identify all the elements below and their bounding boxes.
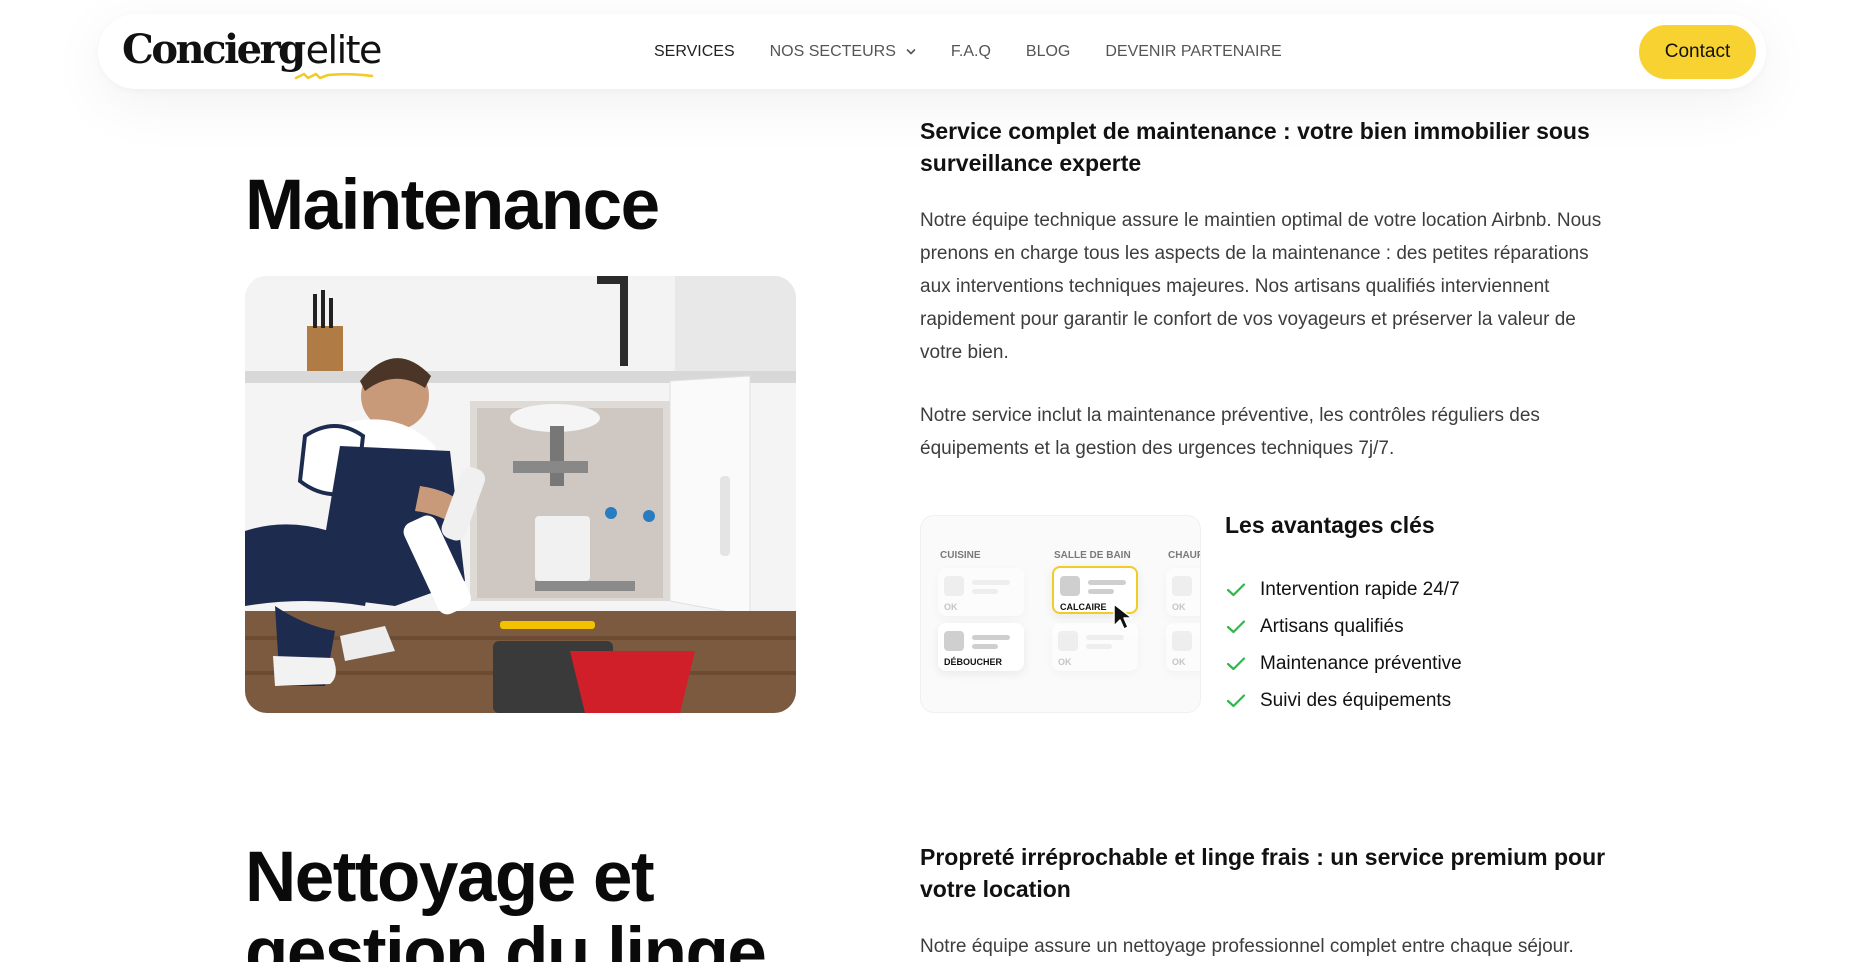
menu-item-nos-secteurs[interactable]: NOS SECTEURS	[770, 43, 916, 61]
tile-status-label: OK	[1058, 657, 1072, 667]
maintenance-subhead: Service complet de maintenance : votre b…	[920, 118, 1590, 176]
list-item: Artisans qualifiés	[1226, 608, 1462, 645]
mockup-tile-kitchen-deboucher: DÉBOUCHER	[938, 623, 1024, 671]
check-icon	[1226, 582, 1246, 596]
section-title-line: gestion du linge	[245, 914, 767, 962]
nettoyage-subhead: Propreté irréprochable et linge frais : …	[920, 844, 1606, 902]
check-icon	[1226, 656, 1246, 670]
advantages-title: Les avantages clés	[1225, 512, 1435, 538]
tile-status-label: DÉBOUCHER	[944, 657, 1003, 667]
mockup-column-label: CUISINE	[940, 550, 981, 561]
maintenance-photo	[245, 276, 796, 713]
maintenance-paragraph-1: Notre équipe technique assure le maintie…	[920, 210, 1602, 363]
list-item: Maintenance préventive	[1226, 645, 1462, 682]
mockup-tile-heat-ok-2: OK	[1166, 623, 1200, 671]
check-icon	[1226, 619, 1246, 633]
list-item: Suivi des équipements	[1226, 682, 1462, 719]
mockup-column-label: CHAUF	[1168, 550, 1201, 561]
tile-status-label: OK	[1172, 602, 1186, 612]
section-title-maintenance: Maintenance	[245, 166, 660, 245]
mockup-tile-heat-ok: OK	[1166, 568, 1200, 616]
menu-item-label: BLOG	[1025, 42, 1071, 60]
page: Concierg elite SERVICES NOS SECTEURS F.A…	[0, 0, 1868, 962]
check-icon	[1226, 693, 1246, 707]
advantages-list: Intervention rapide 24/7 Artisans qualif…	[1226, 571, 1462, 719]
menu-item-blog[interactable]: BLOG	[1026, 43, 1070, 61]
mockup-column-label: SALLE DE BAIN	[1054, 550, 1131, 561]
plumber-illustration	[245, 276, 796, 713]
menu-item-faq[interactable]: F.A.Q	[951, 43, 991, 61]
nettoyage-paragraph-1: Notre équipe assure un nettoyage profess…	[920, 936, 1574, 957]
maintenance-dashboard-mockup: CUISINE SALLE DE BAIN CHAUF OK DÉBOUCHER…	[920, 515, 1201, 713]
tile-status-label: CALCAIRE	[1060, 602, 1107, 612]
section-title-line: Nettoyage et	[245, 838, 655, 917]
mouse-cursor-icon	[1113, 603, 1133, 630]
menu-item-devenir-partenaire[interactable]: DEVENIR PARTENAIRE	[1105, 43, 1281, 61]
menu-item-label: F.A.Q	[950, 42, 991, 60]
menu-item-label: DEVENIR PARTENAIRE	[1105, 42, 1282, 60]
menu-item-services[interactable]: SERVICES	[654, 43, 735, 61]
advantage-text: Maintenance préventive	[1260, 652, 1462, 674]
maintenance-paragraph-2: Notre service inclut la maintenance prév…	[920, 405, 1540, 459]
top-navbar: Concierg elite SERVICES NOS SECTEURS F.A…	[98, 14, 1766, 89]
section-title-nettoyage: Nettoyage et gestion du linge	[245, 838, 767, 962]
logo-accent-text: elite	[305, 28, 383, 72]
logo-swoosh-icon	[294, 72, 374, 80]
site-logo[interactable]: Concierg elite	[122, 26, 383, 80]
chevron-down-icon	[906, 48, 916, 55]
logo-main-text: Concierg	[122, 26, 306, 73]
tile-status-label: OK	[1172, 657, 1186, 667]
main-menu: SERVICES NOS SECTEURS F.A.Q BLOG DEVENIR…	[654, 14, 1317, 89]
advantage-text: Artisans qualifiés	[1260, 615, 1404, 637]
list-item: Intervention rapide 24/7	[1226, 571, 1462, 608]
advantage-text: Intervention rapide 24/7	[1260, 578, 1460, 600]
contact-button[interactable]: Contact	[1639, 25, 1756, 79]
advantage-text: Suivi des équipements	[1260, 689, 1452, 711]
mockup-tile-kitchen-ok: OK	[938, 568, 1024, 616]
menu-item-label: SERVICES	[654, 42, 735, 60]
tile-status-label: OK	[944, 602, 958, 612]
menu-item-label: NOS SECTEURS	[769, 42, 896, 60]
